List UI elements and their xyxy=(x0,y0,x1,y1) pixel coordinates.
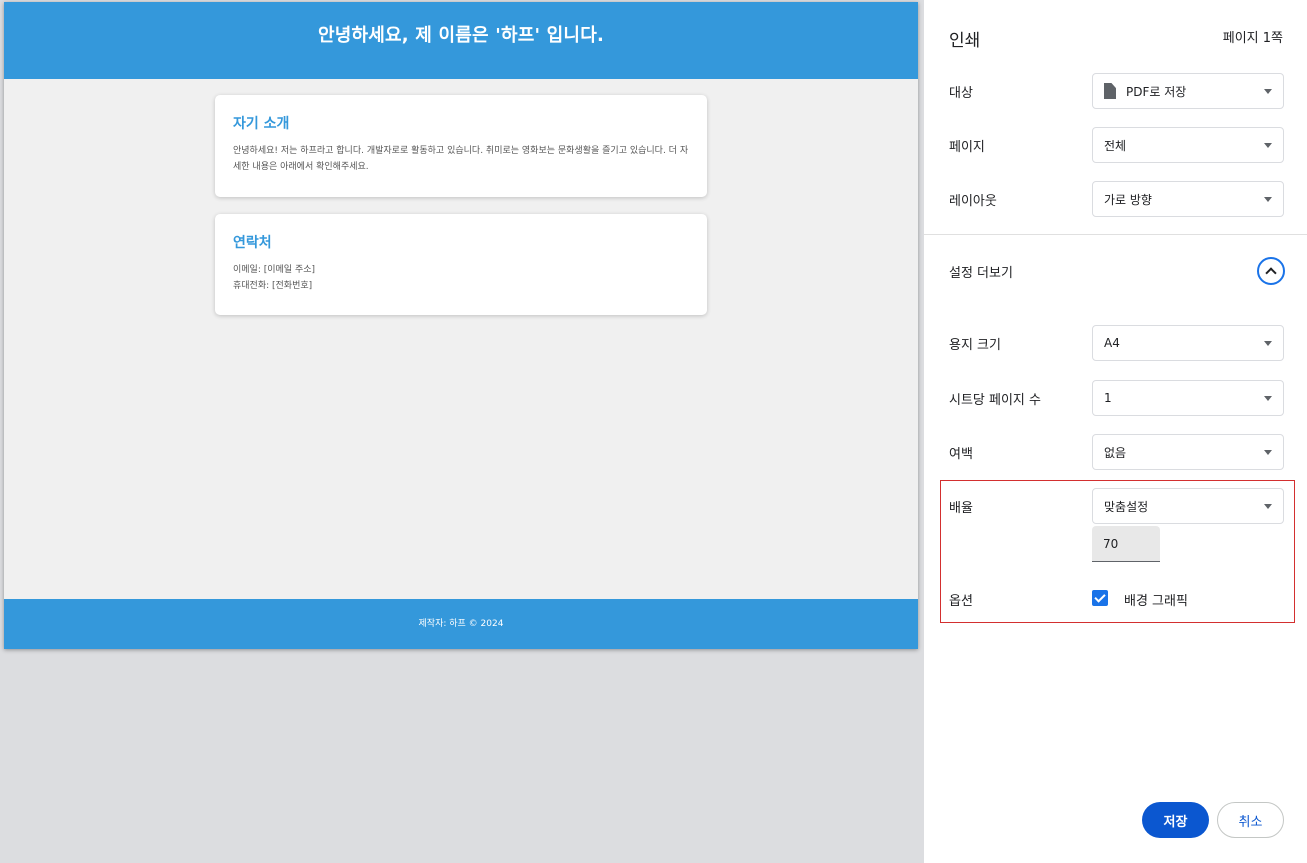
caret-down-icon xyxy=(1264,395,1272,401)
preview-header-title: 안녕하세요, 제 이름은 '하프' 입니다. xyxy=(317,25,604,46)
pages-per-sheet-select[interactable]: 1 xyxy=(1092,380,1284,416)
background-graphics-label[interactable]: 배경 그래픽 xyxy=(1124,590,1188,609)
scale-select[interactable]: 맞춤설정 xyxy=(1092,488,1284,524)
destination-select[interactable]: PDF로 저장 xyxy=(1092,73,1284,109)
caret-down-icon xyxy=(1264,88,1272,94)
print-settings-panel: 인쇄 페이지 1쪽 대상 PDF로 저장 페이지 전체 레이아웃 가로 방향 설… xyxy=(924,0,1307,863)
margins-label: 여백 xyxy=(949,447,973,462)
paper-size-select[interactable]: A4 xyxy=(1092,325,1284,361)
paper-size-label: 용지 크기 xyxy=(949,338,1001,353)
pages-per-sheet-label: 시트당 페이지 수 xyxy=(949,393,1041,408)
cancel-button[interactable]: 취소 xyxy=(1217,802,1284,838)
intro-title: 자기 소개 xyxy=(233,116,290,132)
caret-down-icon xyxy=(1264,340,1272,346)
layout-label: 레이아웃 xyxy=(949,194,997,209)
layout-value: 가로 방향 xyxy=(1104,192,1152,207)
margins-value: 없음 xyxy=(1104,445,1127,460)
intro-card: 자기 소개 안녕하세요! 저는 하프라고 합니다. 개발자로로 활동하고 있습니… xyxy=(215,95,707,197)
caret-down-icon xyxy=(1264,142,1272,148)
contact-title: 연락처 xyxy=(233,235,272,251)
caret-down-icon xyxy=(1264,503,1272,509)
destination-label: 대상 xyxy=(949,86,973,101)
intro-text: 안녕하세요! 저는 하프라고 합니다. 개발자로로 활동하고 있습니다. 취미로… xyxy=(233,146,689,172)
scale-value: 맞춤설정 xyxy=(1104,499,1149,514)
contact-phone: 휴대전화: [전화번호] xyxy=(233,281,313,291)
pages-per-sheet-value: 1 xyxy=(1104,391,1112,405)
more-settings-toggle[interactable] xyxy=(1257,257,1285,285)
preview-page: 안녕하세요, 제 이름은 '하프' 입니다. 자기 소개 안녕하세요! 저는 하… xyxy=(4,2,918,649)
page-count: 페이지 1쪽 xyxy=(1222,31,1283,46)
options-label: 옵션 xyxy=(949,594,973,609)
caret-down-icon xyxy=(1264,196,1272,202)
pages-value: 전체 xyxy=(1104,138,1127,153)
chevron-up-icon xyxy=(1265,267,1277,279)
paper-size-value: A4 xyxy=(1104,336,1120,350)
preview-footer: 제작자: 하프 © 2024 xyxy=(4,599,918,649)
print-preview-area: 안녕하세요, 제 이름은 '하프' 입니다. 자기 소개 안녕하세요! 저는 하… xyxy=(0,0,924,863)
panel-title: 인쇄 xyxy=(949,31,981,51)
pages-label: 페이지 xyxy=(949,140,985,155)
margins-select[interactable]: 없음 xyxy=(1092,434,1284,470)
scale-custom-input[interactable]: 70 xyxy=(1092,526,1160,562)
contact-email: 이메일: [이메일 주소] xyxy=(233,265,316,275)
divider xyxy=(924,234,1307,235)
caret-down-icon xyxy=(1264,449,1272,455)
preview-header: 안녕하세요, 제 이름은 '하프' 입니다. xyxy=(4,2,918,79)
more-settings-label[interactable]: 설정 더보기 xyxy=(949,262,1013,281)
file-icon xyxy=(1104,83,1116,99)
layout-select[interactable]: 가로 방향 xyxy=(1092,181,1284,217)
scale-label: 배율 xyxy=(949,501,973,516)
contact-card: 연락처 이메일: [이메일 주소] 휴대전화: [전화번호] xyxy=(215,214,707,315)
background-graphics-checkbox[interactable] xyxy=(1092,590,1108,606)
save-button[interactable]: 저장 xyxy=(1142,802,1209,838)
pages-select[interactable]: 전체 xyxy=(1092,127,1284,163)
destination-value: PDF로 저장 xyxy=(1126,84,1187,99)
